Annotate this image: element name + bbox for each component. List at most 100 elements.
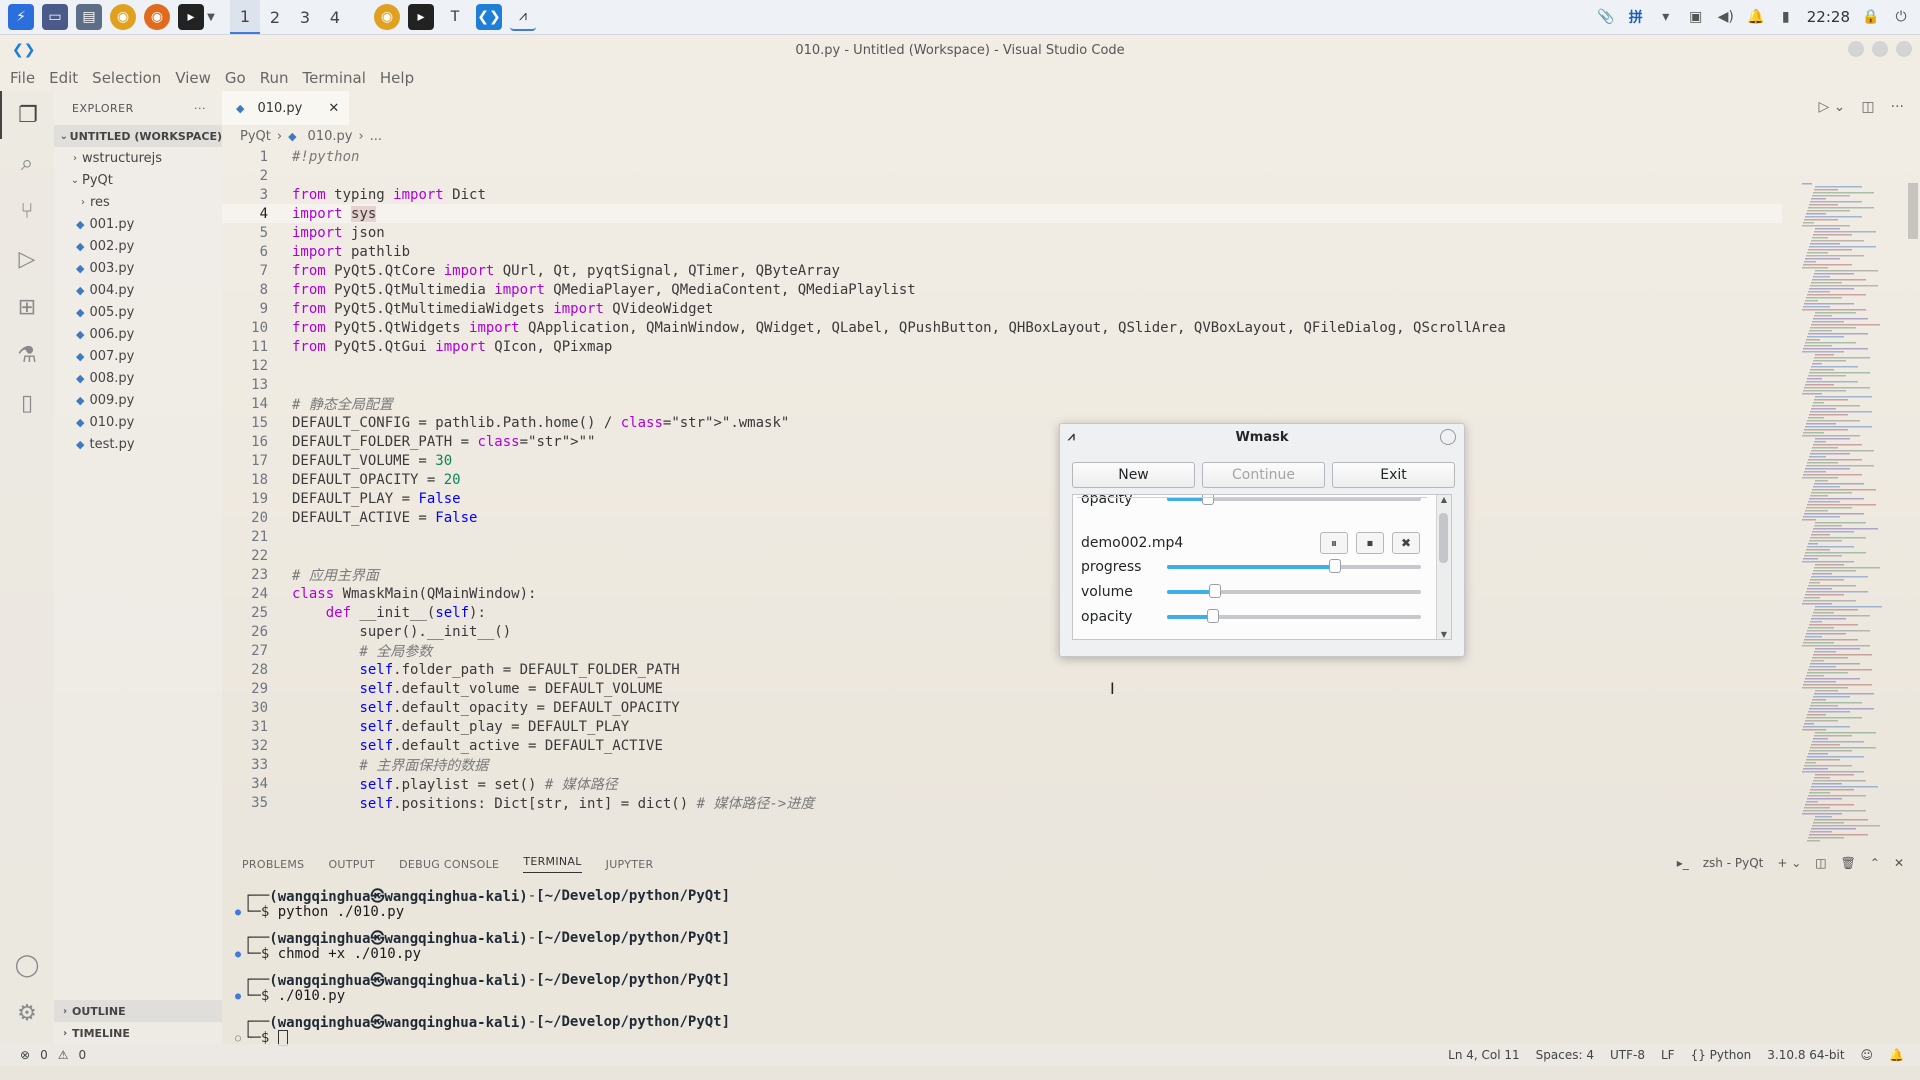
code-editor[interactable]: 1 #!python 2 3 from typing import Dict 4 impor… [222, 147, 1782, 847]
end-of-line[interactable]: LF [1661, 1048, 1675, 1062]
continue-button[interactable]: Continue [1202, 462, 1325, 488]
tree-file[interactable]: ◆ 001.py [54, 213, 222, 235]
tree-file[interactable]: ◆ 010.py [54, 411, 222, 433]
panel-tab-output[interactable]: OUTPUT [328, 858, 375, 871]
tab-010-py[interactable]: ◆ 010.py ✕ [222, 91, 350, 125]
chevron-down-icon[interactable]: ▼ [204, 12, 218, 23]
code-line[interactable]: 3 from typing import Dict [222, 185, 1782, 204]
opacity-slider[interactable] [1167, 609, 1421, 623]
minimize-button[interactable] [1848, 41, 1864, 57]
menu-selection[interactable]: Selection [92, 69, 161, 87]
panel-tab-terminal[interactable]: TERMINAL [523, 855, 582, 873]
code-line[interactable]: 35 self.positions: Dict[str, int] = dict… [222, 793, 1782, 812]
chrome-window-icon[interactable]: ◉ [374, 4, 400, 30]
breadcrumb-symbol[interactable]: ... [370, 129, 382, 144]
breadcrumb-file[interactable]: 010.py [308, 129, 353, 144]
code-line[interactable]: 23 # 应用主界面 [222, 565, 1782, 584]
pause-button[interactable]: ⏸ [1320, 532, 1348, 554]
slider-handle[interactable] [1328, 559, 1341, 573]
breadcrumb-folder[interactable]: PyQt [240, 129, 271, 144]
exit-button[interactable]: Exit [1332, 462, 1455, 488]
code-line[interactable]: 8 from PyQt5.QtMultimedia import QMediaPl… [222, 280, 1782, 299]
code-line[interactable]: 16 DEFAULT_FOLDER_PATH = class="str">"" [222, 432, 1782, 451]
kali-menu-icon[interactable]: ⚡ [8, 4, 34, 30]
command-status-icon[interactable]: ● [232, 907, 244, 918]
problems-status[interactable]: ⊗ 0 ⚠ 0 [0, 1048, 86, 1062]
code-line[interactable]: 6 import pathlib [222, 242, 1782, 261]
input-method-icon[interactable]: 拼 [1627, 8, 1645, 26]
panel-tab-debug-console[interactable]: DEBUG CONSOLE [399, 858, 499, 871]
search-icon[interactable]: ⌕ [0, 139, 54, 187]
workspace-section[interactable]: ⌄ UNTITLED (WORKSPACE) [54, 125, 222, 147]
testing-icon[interactable]: ⚗ [0, 331, 54, 379]
power-icon[interactable]: ⏻ [1892, 8, 1910, 26]
tree-folder[interactable]: ⌄ PyQt [54, 169, 222, 191]
battery-icon[interactable]: ▮ [1777, 8, 1795, 26]
slider-handle[interactable] [1206, 609, 1219, 623]
code-line[interactable]: 18 DEFAULT_OPACITY = 20 [222, 470, 1782, 489]
command-status-icon[interactable]: ○ [232, 1033, 244, 1044]
clock[interactable]: 22:28 [1807, 8, 1850, 26]
scrollbar-thumb[interactable] [1439, 513, 1448, 563]
firefox-icon[interactable]: ◉ [144, 4, 170, 30]
code-line[interactable]: 2 [222, 166, 1782, 185]
menu-run[interactable]: Run [260, 69, 289, 87]
code-line[interactable]: 4 import sys [222, 204, 1782, 223]
volume-icon[interactable]: ◀) [1717, 8, 1735, 26]
code-line[interactable]: 20 DEFAULT_ACTIVE = False [222, 508, 1782, 527]
code-line[interactable]: 10 from PyQt5.QtWidgets import QApplicati… [222, 318, 1782, 337]
slider-handle[interactable] [1201, 495, 1214, 505]
feedback-icon[interactable]: ☺ [1861, 1048, 1874, 1062]
code-line[interactable]: 26 super().__init__() [222, 622, 1782, 641]
chrome-icon[interactable]: ◉ [110, 4, 136, 30]
tree-file[interactable]: ◆ test.py [54, 433, 222, 455]
vscode-window-icon[interactable]: ❮❯ [476, 4, 502, 30]
more-actions-icon[interactable]: ··· [1891, 99, 1904, 115]
tree-file[interactable]: ◆ 003.py [54, 257, 222, 279]
wifi-icon[interactable]: ▾ [1657, 8, 1675, 26]
code-line[interactable]: 27 # 全局参数 [222, 641, 1782, 660]
code-line[interactable]: 15 DEFAULT_CONFIG = pathlib.Path.home() /… [222, 413, 1782, 432]
text-editor-window-icon[interactable]: T [442, 4, 468, 30]
wmask-close-button[interactable] [1440, 429, 1456, 445]
tree-folder[interactable]: › res [54, 191, 222, 213]
tree-file[interactable]: ◆ 004.py [54, 279, 222, 301]
code-line[interactable]: 12 [222, 356, 1782, 375]
lock-icon[interactable]: 🔒 [1862, 8, 1880, 26]
menu-go[interactable]: Go [225, 69, 246, 87]
menu-terminal[interactable]: Terminal [303, 69, 366, 87]
menu-view[interactable]: View [175, 69, 211, 87]
new-terminal-icon[interactable]: + ⌄ [1777, 856, 1801, 870]
terminal-icon[interactable]: ▸ [178, 4, 204, 30]
run-python-icon[interactable]: ▷ ⌄ [1818, 99, 1845, 115]
timeline-section[interactable]: › TIMELINE [54, 1022, 222, 1044]
workspace-4[interactable]: 4 [320, 0, 350, 34]
terminal-output[interactable]: ●┌──(wangqinghua㉿wangqinghua-kali)-[~/De… [232, 888, 1832, 1056]
cursor-position[interactable]: Ln 4, Col 11 [1448, 1048, 1520, 1062]
code-line[interactable]: 32 self.default_active = DEFAULT_ACTIVE [222, 736, 1782, 755]
slider-handle[interactable] [1209, 584, 1222, 598]
split-editor-icon[interactable]: ◫ [1861, 99, 1874, 115]
menu-file[interactable]: File [10, 69, 35, 87]
code-line[interactable]: 9 from PyQt5.QtMultimediaWidgets import Q… [222, 299, 1782, 318]
tree-file[interactable]: ◆ 006.py [54, 323, 222, 345]
scroll-up-icon[interactable]: ▲ [1437, 495, 1451, 504]
code-line[interactable]: 7 from PyQt5.QtCore import QUrl, Qt, pyqt… [222, 261, 1782, 280]
code-line[interactable]: 34 self.playlist = set() # 媒体路径 [222, 774, 1782, 793]
code-line[interactable]: 29 self.default_volume = DEFAULT_VOLUME [222, 679, 1782, 698]
close-panel-icon[interactable]: ✕ [1894, 856, 1904, 870]
panel-tab-problems[interactable]: PROBLEMS [242, 858, 304, 871]
media-list[interactable]: opacity demo002.mp4 ⏸ ⏹ ✖ progress volum… [1072, 494, 1452, 640]
tree-file[interactable]: ◆ 008.py [54, 367, 222, 389]
code-line[interactable]: 31 self.default_play = DEFAULT_PLAY [222, 717, 1782, 736]
media-list-scrollbar[interactable]: ▲ ▼ [1436, 495, 1451, 639]
scrollbar-thumb[interactable] [1908, 183, 1918, 239]
command-status-icon[interactable]: ● [232, 991, 244, 1002]
python-interpreter[interactable]: 3.10.8 64-bit [1767, 1048, 1844, 1062]
workspace-3[interactable]: 3 [290, 0, 320, 34]
code-line[interactable]: 5 import json [222, 223, 1782, 242]
close-button[interactable] [1896, 41, 1912, 57]
tree-file[interactable]: ◆ 002.py [54, 235, 222, 257]
wmask-titlebar[interactable]: ⩘ Wmask [1060, 424, 1464, 450]
workspace-1[interactable]: 1 [230, 0, 260, 34]
